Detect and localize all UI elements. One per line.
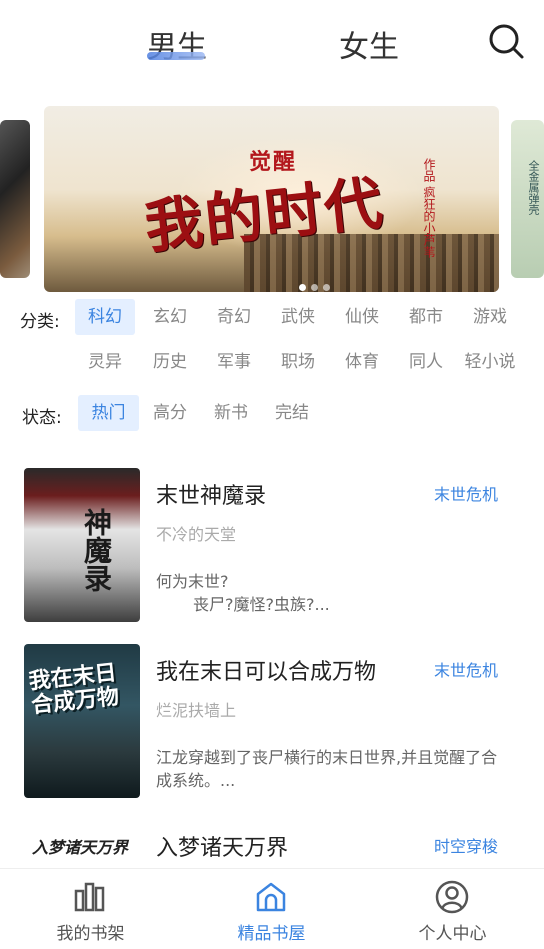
category-chip[interactable]: 同人 <box>396 344 456 380</box>
category-label: 分类: <box>20 312 60 332</box>
book-description-line: 丧尸?魔怪?虫族?... <box>193 595 330 614</box>
category-chip[interactable]: 历史 <box>140 344 200 380</box>
banner-main-card[interactable]: 觉醒 我的时代 作品 疯狂的小芦苇 <box>44 106 499 292</box>
nav-store[interactable]: 精品书屋 <box>181 869 362 949</box>
book-description: 何为末世? 丧尸?魔怪?虫族?... <box>156 570 506 616</box>
category-chip[interactable]: 仙侠 <box>332 299 392 335</box>
category-chip[interactable]: 都市 <box>396 299 456 335</box>
nav-label: 个人中心 <box>418 924 487 944</box>
book-author: 烂泥扶墙上 <box>156 701 237 720</box>
category-chip[interactable]: 体育 <box>332 344 392 380</box>
book-tag[interactable]: 时空穿梭 <box>434 833 498 857</box>
book-cover[interactable]: 入梦诸天万界 <box>24 824 140 864</box>
book-title[interactable]: 入梦诸天万界 <box>156 830 288 862</box>
book-list-item[interactable]: 我在末日 合成万物 我在末日可以合成万物 末世危机 烂泥扶墙上 江龙穿越到了丧尸… <box>0 642 544 798</box>
category-chip[interactable]: 武侠 <box>268 299 328 335</box>
book-cover-text: 神魔录 <box>80 508 113 592</box>
book-cover[interactable]: 我在末日 合成万物 <box>24 644 140 798</box>
status-chip[interactable]: 新书 <box>201 395 261 431</box>
book-description: 江龙穿越到了丧尸横行的末日世界,并且觉醒了合成系统。... <box>156 748 498 790</box>
book-description-line: 何为末世? <box>156 572 229 591</box>
bookshelf-icon <box>74 882 105 912</box>
book-cover[interactable]: 神魔录 <box>24 468 140 622</box>
nav-bookshelf[interactable]: 我的书架 <box>0 869 181 949</box>
house-icon <box>256 882 286 912</box>
banner-next-card[interactable]: 全金属弹壳 <box>511 120 544 278</box>
book-list-item[interactable]: 神魔录 末世神魔录 末世危机 不冷的天堂 何为末世? 丧尸?魔怪?虫族?... <box>0 466 544 622</box>
category-chip-scifi[interactable]: 科幻 <box>75 299 135 335</box>
category-chip[interactable]: 军事 <box>204 344 264 380</box>
tab-female[interactable]: 女生 <box>339 22 399 66</box>
category-chip[interactable]: 灵异 <box>75 344 135 380</box>
book-tag[interactable]: 末世危机 <box>434 657 498 681</box>
status-chip[interactable]: 高分 <box>140 395 200 431</box>
nav-label: 我的书架 <box>56 924 125 944</box>
book-tag[interactable]: 末世危机 <box>434 481 498 505</box>
banner-author: 作品 疯狂的小芦苇 <box>422 158 436 258</box>
pagination-dot[interactable] <box>299 284 306 291</box>
status-label: 状态: <box>22 408 62 428</box>
banner-next-card-text: 全金属弹壳 <box>527 160 540 215</box>
nav-label: 精品书屋 <box>237 924 306 944</box>
tab-active-indicator <box>147 52 205 60</box>
book-title[interactable]: 我在末日可以合成万物 <box>156 654 376 686</box>
book-title[interactable]: 末世神魔录 <box>156 478 266 510</box>
banner-pagination <box>299 276 335 292</box>
status-chip-hot[interactable]: 热门 <box>78 395 139 431</box>
book-cover-text: 我在末日 合成万物 <box>28 661 121 719</box>
nav-profile[interactable]: 个人中心 <box>362 869 543 949</box>
banner-prev-card[interactable] <box>0 120 30 278</box>
category-chip[interactable]: 职场 <box>268 344 328 380</box>
user-icon <box>435 880 469 914</box>
book-list-item[interactable]: 入梦诸天万界 入梦诸天万界 时空穿梭 <box>0 820 544 868</box>
category-chip[interactable]: 奇幻 <box>204 299 264 335</box>
book-author: 不冷的天堂 <box>156 525 237 544</box>
search-icon[interactable] <box>487 22 525 60</box>
pagination-dot[interactable] <box>323 284 330 291</box>
banner-carousel[interactable]: 觉醒 我的时代 作品 疯狂的小芦苇 全金属弹壳 <box>0 106 544 292</box>
bottom-navigation: 我的书架 精品书屋 个人中心 <box>0 868 544 949</box>
status-chip[interactable]: 完结 <box>262 395 322 431</box>
category-chip[interactable]: 轻小说 <box>456 344 524 380</box>
book-cover-text: 入梦诸天万界 <box>32 838 129 857</box>
category-chip[interactable]: 玄幻 <box>140 299 200 335</box>
top-tab-bar: 男生 女生 <box>0 0 544 90</box>
category-chip[interactable]: 游戏 <box>460 299 520 335</box>
pagination-dot[interactable] <box>311 284 318 291</box>
